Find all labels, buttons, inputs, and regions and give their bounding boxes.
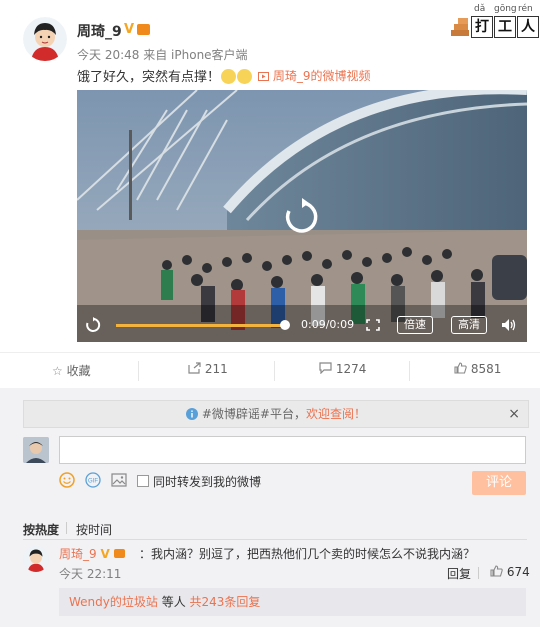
close-icon[interactable]: × [508, 401, 520, 427]
weibo-post-card: 周琦_9 V 今天 20:48 来自 iPhone客户端 饿了好久，突然有点撑！… [0, 0, 540, 390]
action-divider [409, 361, 410, 381]
like-button[interactable]: 8581 [454, 362, 501, 376]
comment-time: 今天 22:11 [59, 567, 122, 581]
notice-link[interactable]: 欢迎查阅！ [306, 407, 366, 421]
replies-mid-text: 等人 [157, 595, 190, 609]
verified-badge-icon: V [100, 547, 110, 561]
progress-fill [116, 324, 286, 327]
comment-icon [319, 362, 332, 375]
collect-label: 收藏 [66, 364, 91, 378]
forward-button[interactable]: 211 [188, 362, 228, 376]
verified-badge-icon: V [124, 22, 135, 37]
vip-crown-icon [137, 24, 150, 35]
checkbox[interactable] [137, 475, 149, 487]
quality-button[interactable]: 高清 [451, 316, 487, 334]
author-avatar[interactable] [23, 17, 67, 61]
action-divider [138, 361, 139, 381]
info-icon [186, 408, 199, 420]
logo-char-gong: 工 [494, 16, 516, 38]
gif-icon[interactable]: GIF [85, 472, 101, 488]
post-time[interactable]: 今天 20:48 [77, 48, 139, 62]
post-action-bar: ☆ 收藏 211 1274 8581 [0, 352, 540, 387]
comment-text: ：我内涵？别逗了，把西热他们几个卖的时候怎么不说我内涵？ [139, 547, 476, 561]
post-source: 来自 iPhone客户端 [143, 48, 248, 62]
thumbs-up-icon [454, 362, 467, 374]
sort-underline [23, 539, 527, 540]
comment-like-count: 674 [506, 565, 530, 579]
collect-button[interactable]: ☆ 收藏 [52, 362, 91, 379]
pinyin-gong: gōng [494, 4, 517, 14]
current-user-avatar [23, 437, 49, 463]
forward-icon [188, 362, 201, 374]
post-meta: 今天 20:48 来自 iPhone客户端 [77, 46, 248, 63]
speed-button[interactable]: 倍速 [397, 316, 433, 334]
dagongren-logo: dǎ gōng rén 打 工 人 [449, 2, 539, 38]
sort-divider [66, 522, 67, 534]
thumbs-up-icon [490, 565, 503, 577]
reply-user-link[interactable]: Wendy的垃圾站 [69, 595, 158, 609]
action-divider [274, 361, 275, 381]
video-link-icon [258, 72, 269, 81]
star-icon: ☆ [52, 364, 63, 378]
replay-icon[interactable] [85, 317, 101, 333]
logo-char-da: 打 [471, 16, 493, 38]
forward-count: 211 [204, 362, 228, 376]
progress-track[interactable] [116, 324, 286, 327]
image-icon[interactable] [111, 472, 127, 488]
forward-checkbox-label: 同时转发到我的微博 [153, 475, 262, 489]
replies-summary: Wendy的垃圾站 等人 共243条回复 [59, 588, 526, 616]
rumor-notice-bar: #微博辟谣#平台，欢迎查阅！ × [23, 400, 529, 428]
comment-button[interactable]: 1274 [319, 362, 366, 376]
sort-by-time[interactable]: 按时间 [76, 521, 112, 538]
pinyin-ren: rén [518, 4, 533, 14]
commenter-name-text: 周琦_9 [59, 547, 97, 561]
pinyin-da: dǎ [474, 4, 486, 14]
comment-count: 1274 [335, 362, 367, 376]
video-player[interactable]: 0:09/0:09 倍速 高清 [77, 90, 527, 342]
author-name[interactable]: 周琦_9 [77, 21, 122, 41]
submit-comment-button[interactable]: 评论 [472, 471, 526, 495]
notice-text: #微博辟谣#平台， [201, 407, 306, 421]
reply-divider [478, 567, 479, 579]
fullscreen-icon[interactable] [366, 319, 380, 331]
brick-icon [451, 18, 469, 36]
comment-like-button[interactable]: 674 [490, 565, 530, 579]
forward-checkbox[interactable]: 同时转发到我的微博 [137, 473, 261, 490]
replies-count-link[interactable]: 共243条回复 [190, 595, 261, 609]
vip-crown-icon [113, 549, 125, 558]
video-link[interactable]: 周琦_9的微博视频 [258, 67, 370, 84]
volume-icon[interactable] [501, 318, 517, 332]
reply-button[interactable]: 回复 [447, 565, 471, 582]
svg-text:GIF: GIF [88, 479, 98, 485]
post-body: 饿了好久，突然有点撑！ [77, 70, 221, 85]
commenter-name[interactable]: 周琦_9 V [59, 545, 125, 562]
video-link-label: 周琦_9的微博视频 [272, 69, 371, 83]
logo-char-ren: 人 [517, 16, 539, 38]
comment-input[interactable] [59, 436, 526, 464]
like-count: 8581 [470, 362, 502, 376]
emoji-icon [237, 69, 253, 84]
emoji-icon [221, 69, 237, 84]
video-time: 0:09/0:09 [301, 318, 355, 331]
sort-by-hot[interactable]: 按热度 [23, 521, 59, 538]
post-text: 饿了好久，突然有点撑！ [77, 66, 253, 85]
emoji-picker-icon[interactable] [59, 472, 75, 488]
replay-center-icon[interactable] [283, 198, 321, 236]
commenter-avatar[interactable] [23, 546, 49, 572]
progress-handle[interactable] [280, 320, 290, 330]
